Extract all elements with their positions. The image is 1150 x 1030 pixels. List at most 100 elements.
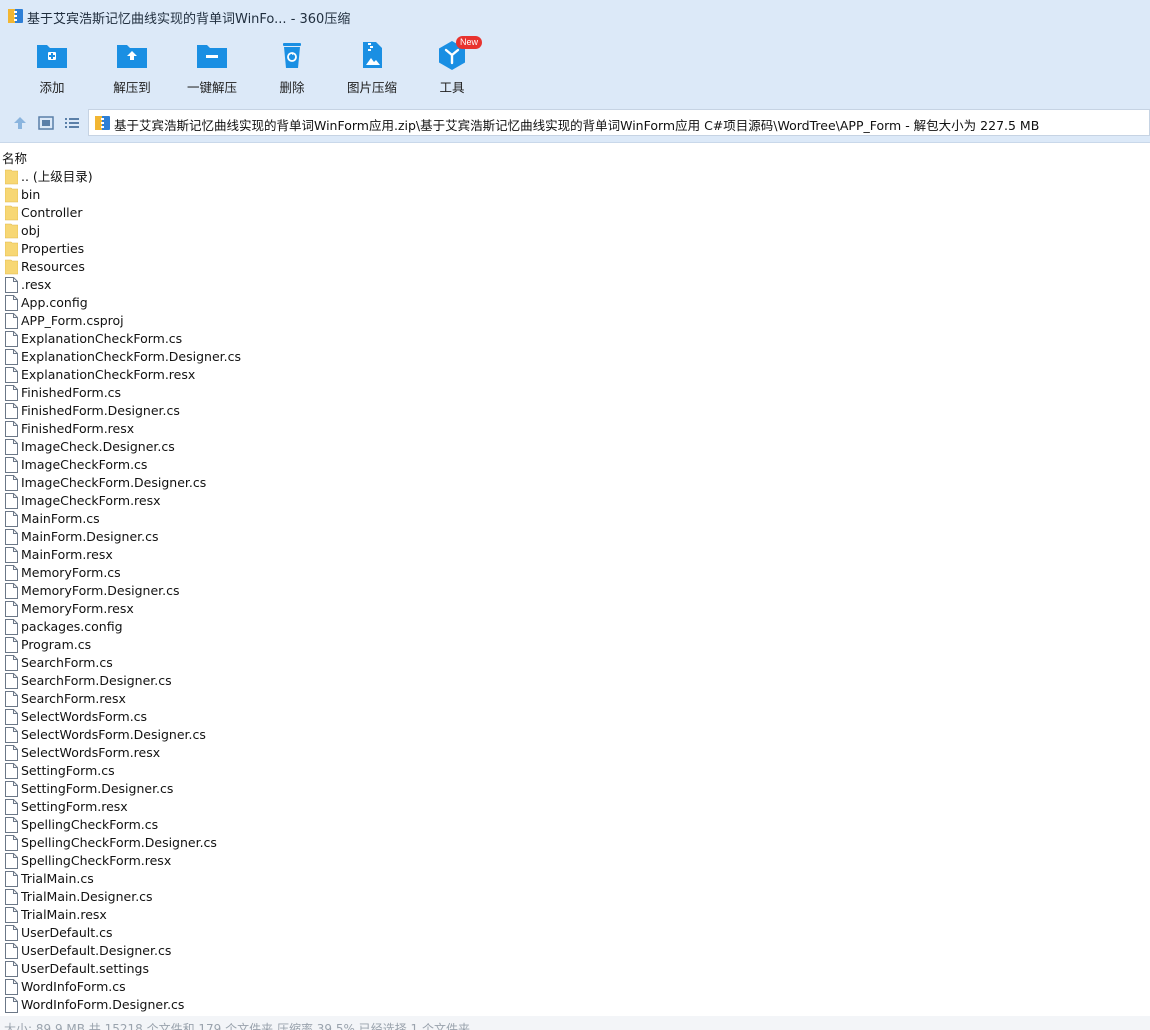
file-list: .. (上级目录) bin Controller obj Properties Resou… — [0, 168, 1150, 1014]
file-row[interactable]: SearchForm.Designer.cs — [0, 672, 1150, 690]
folder-row[interactable]: obj — [0, 222, 1150, 240]
folder-icon — [4, 169, 19, 185]
file-row[interactable]: UserDefault.Designer.cs — [0, 942, 1150, 960]
file-row[interactable]: TrialMain.resx — [0, 906, 1150, 924]
file-row[interactable]: ImageCheckForm.Designer.cs — [0, 474, 1150, 492]
toolbar: 添加 解压到 一键解压 删除 图片压缩 New 工具 — [0, 32, 1150, 104]
file-row[interactable]: ExplanationCheckForm.Designer.cs — [0, 348, 1150, 366]
file-name: FinishedForm.cs — [21, 385, 122, 400]
image-compress-button-label: 图片压缩 — [346, 80, 397, 95]
file-row[interactable]: SpellingCheckForm.resx — [0, 852, 1150, 870]
one-click-extract-button[interactable]: 一键解压 — [172, 38, 252, 100]
file-name: ImageCheckForm.cs — [21, 457, 148, 472]
file-row[interactable]: SearchForm.cs — [0, 654, 1150, 672]
file-row[interactable]: MainForm.cs — [0, 510, 1150, 528]
file-row[interactable]: SpellingCheckForm.cs — [0, 816, 1150, 834]
file-icon — [5, 979, 18, 995]
folder-icon — [4, 259, 19, 275]
file-row[interactable]: .resx — [0, 276, 1150, 294]
tools-button[interactable]: New 工具 — [412, 36, 492, 100]
file-name: TrialMain.Designer.cs — [21, 889, 153, 904]
file-row[interactable]: MainForm.Designer.cs — [0, 528, 1150, 546]
file-icon — [5, 925, 18, 941]
file-icon — [5, 799, 18, 815]
file-row[interactable]: SearchForm.resx — [0, 690, 1150, 708]
file-name: ImageCheckForm.Designer.cs — [21, 475, 207, 490]
file-name: SelectWordsForm.Designer.cs — [21, 727, 206, 742]
file-row[interactable]: FinishedForm.resx — [0, 420, 1150, 438]
address-bar: 基于艾宾浩斯记忆曲线实现的背单词WinForm应用.zip\基于艾宾浩斯记忆曲线… — [0, 104, 1150, 143]
file-icon — [5, 817, 18, 833]
file-row[interactable]: FinishedForm.cs — [0, 384, 1150, 402]
file-row[interactable]: MemoryForm.cs — [0, 564, 1150, 582]
folder-row[interactable]: Properties — [0, 240, 1150, 258]
file-row[interactable]: MemoryForm.Designer.cs — [0, 582, 1150, 600]
file-row[interactable]: MainForm.resx — [0, 546, 1150, 564]
file-row[interactable]: SelectWordsForm.resx — [0, 744, 1150, 762]
file-row[interactable]: MemoryForm.resx — [0, 600, 1150, 618]
file-icon — [5, 583, 18, 599]
file-icon — [5, 691, 18, 707]
file-row[interactable]: APP_Form.csproj — [0, 312, 1150, 330]
up-arrow-icon[interactable] — [11, 114, 29, 132]
file-name: FinishedForm.Designer.cs — [21, 403, 180, 418]
file-row[interactable]: ImageCheckForm.cs — [0, 456, 1150, 474]
file-row[interactable]: Program.cs — [0, 636, 1150, 654]
folder-row[interactable]: bin — [0, 186, 1150, 204]
file-icon — [5, 349, 18, 365]
file-name: obj — [21, 223, 41, 238]
file-row[interactable]: WordInfoForm.Designer.cs — [0, 996, 1150, 1014]
file-row[interactable]: UserDefault.cs — [0, 924, 1150, 942]
file-row[interactable]: UserDefault.settings — [0, 960, 1150, 978]
file-row[interactable]: WordInfoForm.cs — [0, 978, 1150, 996]
list-view-icon[interactable] — [63, 114, 81, 132]
file-row[interactable]: App.config — [0, 294, 1150, 312]
file-row[interactable]: ExplanationCheckForm.resx — [0, 366, 1150, 384]
delete-button[interactable]: 删除 — [252, 38, 332, 100]
file-row[interactable]: SelectWordsForm.cs — [0, 708, 1150, 726]
file-row[interactable]: SettingForm.resx — [0, 798, 1150, 816]
image-compress-button[interactable]: 图片压缩 — [332, 38, 412, 100]
file-row[interactable]: packages.config — [0, 618, 1150, 636]
folder-row[interactable]: Resources — [0, 258, 1150, 276]
file-name: WordInfoForm.cs — [21, 979, 126, 994]
file-icon — [5, 457, 18, 473]
file-row[interactable]: TrialMain.cs — [0, 870, 1150, 888]
image-compress-icon — [363, 42, 382, 68]
thumbnail-view-icon[interactable] — [37, 114, 55, 132]
file-icon — [5, 889, 18, 905]
file-row[interactable]: SpellingCheckForm.Designer.cs — [0, 834, 1150, 852]
file-name: ExplanationCheckForm.resx — [21, 367, 196, 382]
delete-button-label: 删除 — [279, 80, 305, 95]
folder-icon — [4, 223, 19, 239]
file-icon — [5, 421, 18, 437]
file-name: ImageCheck.Designer.cs — [21, 439, 175, 454]
add-button[interactable]: 添加 — [12, 38, 92, 100]
file-row[interactable]: TrialMain.Designer.cs — [0, 888, 1150, 906]
extract-to-button[interactable]: 解压到 — [92, 38, 172, 100]
file-row[interactable]: SettingForm.cs — [0, 762, 1150, 780]
file-icon — [5, 277, 18, 293]
extract-to-icon — [117, 45, 147, 68]
status-bar: 大小: 89.9 MB 共 15218 个文件和 179 个文件夹 压缩率 39… — [0, 1016, 1150, 1030]
column-header-name[interactable]: 名称 — [0, 145, 1150, 166]
file-name: App.config — [21, 295, 88, 310]
file-row[interactable]: ImageCheck.Designer.cs — [0, 438, 1150, 456]
file-name: Controller — [21, 205, 83, 220]
file-row[interactable]: SelectWordsForm.Designer.cs — [0, 726, 1150, 744]
folder-row[interactable]: Controller — [0, 204, 1150, 222]
file-row[interactable]: ImageCheckForm.resx — [0, 492, 1150, 510]
file-row[interactable]: FinishedForm.Designer.cs — [0, 402, 1150, 420]
file-row[interactable]: ExplanationCheckForm.cs — [0, 330, 1150, 348]
file-name: MainForm.resx — [21, 547, 113, 562]
file-icon — [5, 853, 18, 869]
path-field[interactable]: 基于艾宾浩斯记忆曲线实现的背单词WinForm应用.zip\基于艾宾浩斯记忆曲线… — [88, 109, 1150, 136]
file-icon — [5, 313, 18, 329]
file-icon — [5, 835, 18, 851]
file-name: APP_Form.csproj — [21, 313, 124, 328]
file-icon — [5, 727, 18, 743]
file-row[interactable]: SettingForm.Designer.cs — [0, 780, 1150, 798]
folder-row[interactable]: .. (上级目录) — [0, 168, 1150, 186]
file-name: .. (上级目录) — [21, 169, 93, 184]
column-header-name-label: 名称 — [2, 151, 28, 166]
